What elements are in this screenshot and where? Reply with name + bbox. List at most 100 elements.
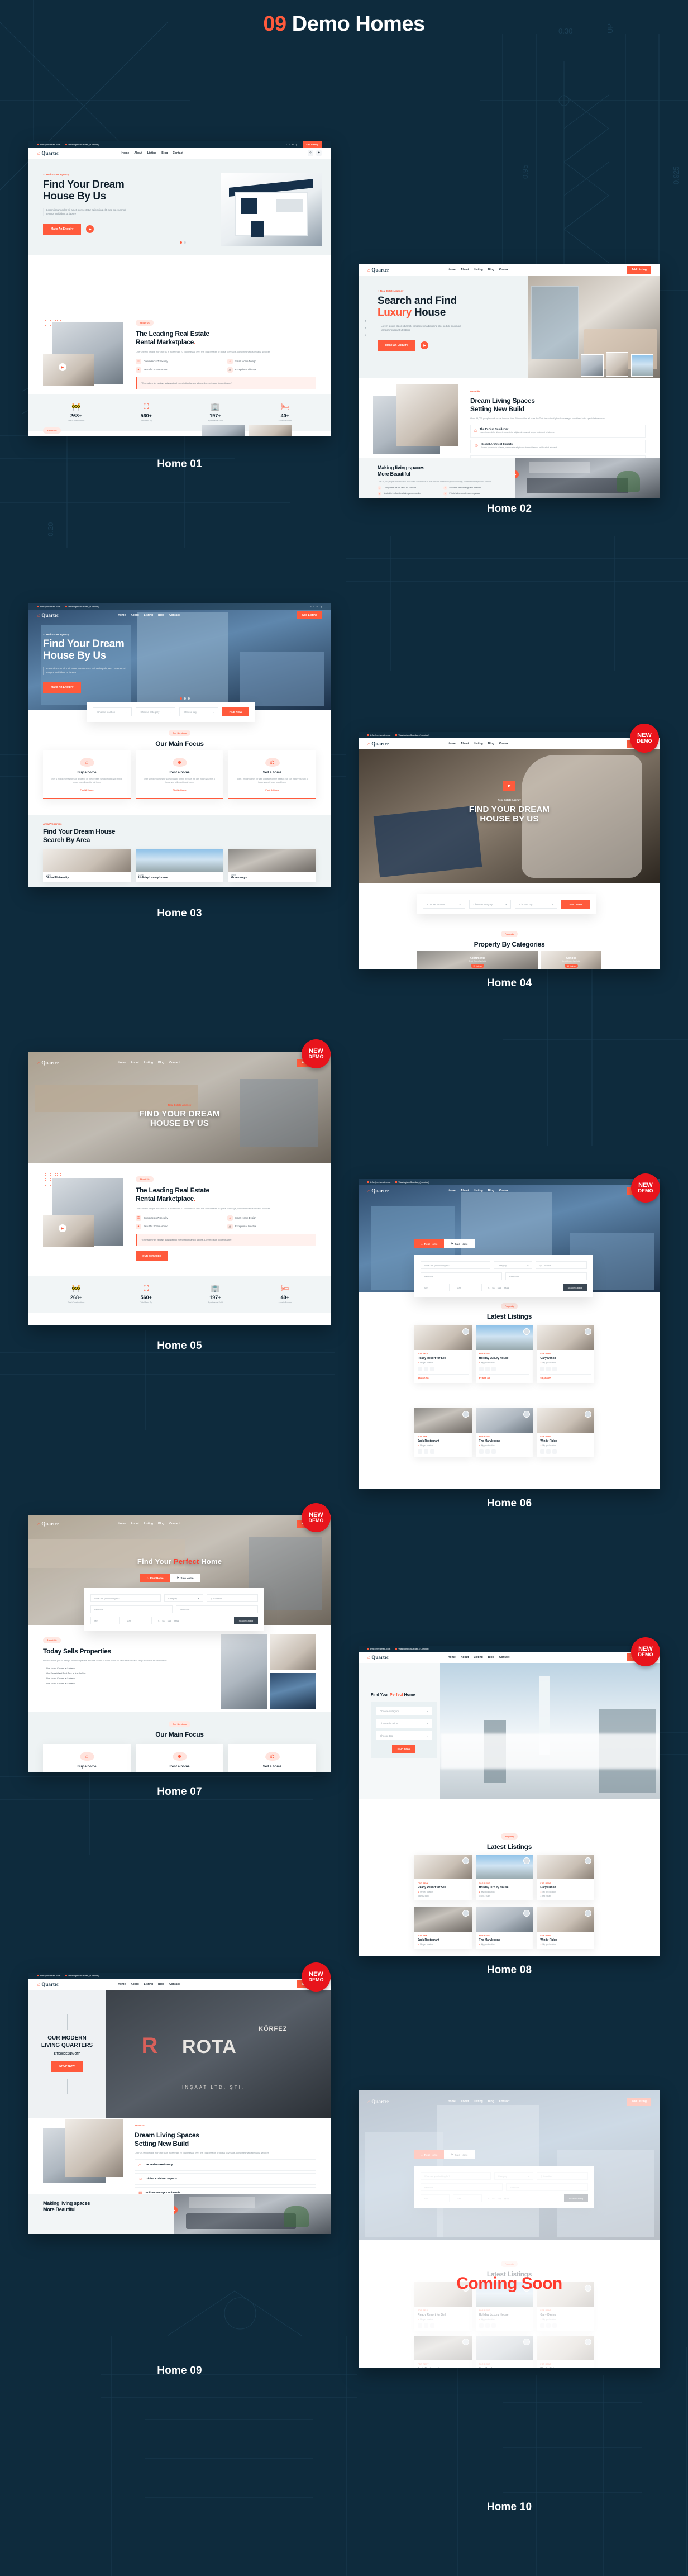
search-icon[interactable]: ⚲ xyxy=(307,150,313,156)
nav-item-listing[interactable]: Listing xyxy=(147,151,156,155)
nav-item-home[interactable]: Home xyxy=(118,1061,126,1064)
min-price-input[interactable]: Min xyxy=(90,1617,120,1624)
user-icon[interactable]: ☂ xyxy=(316,150,322,156)
expand-icon[interactable] xyxy=(418,1367,422,1371)
nav-item-home[interactable]: Home xyxy=(118,1983,126,1986)
search-tag-select[interactable]: Choose tag xyxy=(515,900,558,909)
sidebar-search-panel[interactable]: Choose category Choose location Choose t… xyxy=(371,1702,437,1758)
linkedin-icon[interactable]: in xyxy=(365,334,367,338)
listing-card[interactable]: FOR RENT Windy Ridge ● My geo location xyxy=(537,1907,595,1949)
search-tabs[interactable]: ⌂ Rent Home ⚑ Sale Home xyxy=(414,2150,475,2159)
heart-icon[interactable] xyxy=(546,1449,551,1454)
min-price-input[interactable]: Min xyxy=(421,2194,450,2202)
hero-slider-dots[interactable] xyxy=(179,241,186,244)
nav-item-listing[interactable]: Listing xyxy=(474,1656,482,1659)
advanced-search-panel[interactable]: What are you looking for? Category ▾ ◎ Loc… xyxy=(414,1255,593,1297)
listing-card[interactable]: FOR RENT Gary Danko ● My geo location $8,6… xyxy=(537,1325,595,1383)
area-card[interactable]: Dubai Holiday Luxury House xyxy=(136,849,223,882)
service-link[interactable]: Find A Home xyxy=(234,788,310,791)
search-tabs[interactable]: ⌂ Rent Home ⚑ Sale Home xyxy=(140,1574,200,1582)
service-card[interactable]: ☻ Rent a home xyxy=(136,1744,223,1772)
nav-item-home[interactable]: Home xyxy=(118,1522,126,1525)
nav-item-about[interactable]: About xyxy=(461,1656,469,1659)
max-price-input[interactable]: Max xyxy=(453,2194,482,2202)
bedroom-input[interactable]: Bedroom xyxy=(421,2183,503,2191)
nav-item-listing[interactable]: Listing xyxy=(144,1522,153,1525)
bedroom-input[interactable]: Bedroom xyxy=(90,1605,173,1613)
min-price-input[interactable]: Min xyxy=(421,1284,450,1291)
keyword-input[interactable]: What are you looking for? xyxy=(421,1261,490,1269)
brand-logo[interactable]: ⌂ Quarter xyxy=(367,1188,389,1194)
price-tier-1[interactable]: $ xyxy=(488,2197,489,2200)
listing-card[interactable]: FOR RENT Jack Restaurant ● My geo location xyxy=(414,1907,472,1949)
expand-icon[interactable] xyxy=(418,2323,422,2328)
tag-select[interactable]: Choose tag xyxy=(376,1731,432,1740)
compare-icon[interactable] xyxy=(491,2323,496,2328)
compare-icon[interactable] xyxy=(552,1367,557,1371)
search-location-select[interactable]: Choose location xyxy=(93,707,132,716)
our-services-button[interactable]: OUR SERVICES xyxy=(136,1251,168,1261)
price-tier-4[interactable]: $$$$ xyxy=(504,2197,509,2200)
nav-item-blog[interactable]: Blog xyxy=(158,614,164,617)
nav-item-about[interactable]: About xyxy=(461,1189,469,1192)
location-select[interactable]: Choose location xyxy=(376,1719,432,1728)
heart-icon[interactable] xyxy=(485,1449,490,1454)
nav-item-blog[interactable]: Blog xyxy=(488,2100,494,2103)
category-tile[interactable]: Condos Great Deals Available 13 Listings xyxy=(541,951,601,969)
price-tier-2[interactable]: $$ xyxy=(492,2197,494,2200)
nav-item-listing[interactable]: Listing xyxy=(474,1189,482,1192)
compare-icon[interactable] xyxy=(552,2323,557,2328)
nav-item-about[interactable]: About xyxy=(461,268,469,272)
service-link[interactable]: Find A Home xyxy=(49,788,125,791)
listing-card[interactable]: FOR RENTJack Restaurant xyxy=(414,2336,472,2368)
price-tier-3[interactable]: $$$ xyxy=(498,2197,501,2200)
search-listing-button[interactable]: Search Listing xyxy=(562,1284,587,1291)
nav-item-blog[interactable]: Blog xyxy=(488,1189,494,1192)
listing-card[interactable]: FOR RENTWindy Ridge xyxy=(537,2336,595,2368)
area-card[interactable]: Dubai Green ways xyxy=(228,849,316,882)
brand-logo[interactable]: ⌂ Quarter xyxy=(37,1981,59,1987)
listing-card[interactable]: FOR SELL Ready Resort for Sell ● My geo lo… xyxy=(414,1325,472,1383)
shop-now-button[interactable]: SHOP NOW xyxy=(51,2061,83,2072)
bedroom-input[interactable]: Bedroom xyxy=(421,1272,502,1280)
tab-sale-home[interactable]: ⚑ Sale Home xyxy=(444,2150,475,2159)
hero-cta-button[interactable]: Make An Enquiry xyxy=(43,224,82,235)
price-tier-2[interactable]: $$ xyxy=(492,1286,494,1289)
expand-icon[interactable] xyxy=(540,2323,545,2328)
add-listing-button[interactable]: Add Listing xyxy=(627,2098,651,2106)
demo-card-home-02[interactable]: ⌂ Quarter Home About Listing Blog Contac… xyxy=(359,264,660,498)
tab-sale-home[interactable]: ⚑ Sale Home xyxy=(444,1239,475,1248)
nav-item-contact[interactable]: Contact xyxy=(169,614,180,617)
instagram-icon[interactable]: in xyxy=(317,605,318,608)
search-category-select[interactable]: Choose category xyxy=(136,707,175,716)
nav-item-about[interactable]: About xyxy=(131,1983,138,1986)
demo-card-home-09[interactable]: info@webmail.com Wasington Sundae, (Lond… xyxy=(28,1973,331,2234)
max-price-input[interactable]: Max xyxy=(123,1617,152,1624)
nav-item-about[interactable]: About xyxy=(461,2100,469,2103)
brand-logo[interactable]: ⌂ Quarter xyxy=(367,741,389,747)
nav-item-home[interactable]: Home xyxy=(121,151,129,155)
expand-icon[interactable] xyxy=(479,1367,484,1371)
search-tag-select[interactable]: Choose tag xyxy=(179,707,218,716)
service-card[interactable]: ⚖ Sell a home over 1 million homes for s… xyxy=(228,750,316,799)
price-tier-4[interactable]: $$$$ xyxy=(504,1286,509,1289)
topbar-email[interactable]: info@webmail.com xyxy=(37,1974,60,1977)
heart-icon[interactable] xyxy=(424,2323,428,2328)
category-select[interactable]: Category ▾ xyxy=(493,1261,533,1269)
nav-item-contact[interactable]: Contact xyxy=(499,742,510,745)
facebook-icon[interactable]: f xyxy=(365,320,367,323)
brand-logo[interactable]: ⌂ Quarter xyxy=(37,150,59,156)
listing-card[interactable]: FOR RENT The Marylebone ● My geo location xyxy=(475,1408,533,1457)
price-tier-3[interactable]: $$$ xyxy=(168,1619,171,1622)
expand-icon[interactable] xyxy=(418,1449,422,1454)
brand-logo[interactable]: ⌂ Quarter xyxy=(367,2099,389,2104)
area-card[interactable]: Dubai Global University xyxy=(43,849,131,882)
heart-icon[interactable] xyxy=(546,1367,551,1371)
nav-item-listing[interactable]: Listing xyxy=(144,614,153,617)
brand-logo[interactable]: ⌂ Quarter xyxy=(37,1060,59,1066)
expand-icon[interactable] xyxy=(479,1449,484,1454)
add-listing-button[interactable]: Add Listing xyxy=(297,611,322,619)
demo-card-home-08[interactable]: info@webmail.com Wasington Sundae, (Lond… xyxy=(359,1646,660,1956)
heart-icon[interactable] xyxy=(424,1367,428,1371)
location-input[interactable]: ◎ Location xyxy=(206,1594,258,1602)
